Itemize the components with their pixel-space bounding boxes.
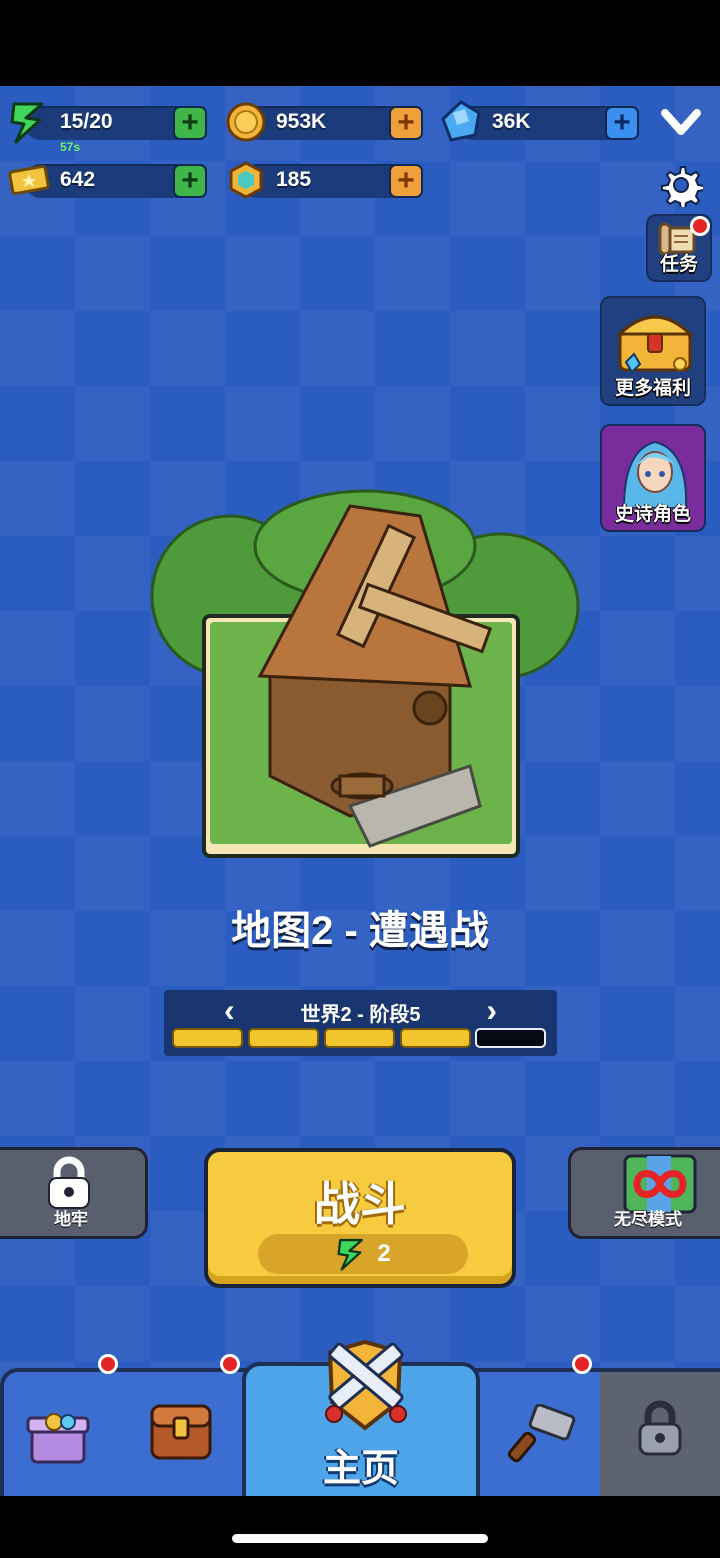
home-indicator[interactable] bbox=[232, 1534, 488, 1543]
lock-icon bbox=[638, 1400, 682, 1456]
stage-progress-segment bbox=[248, 1028, 319, 1048]
hammer-icon bbox=[507, 1403, 576, 1463]
stage-selector: ‹ 世界2 - 阶段5 › bbox=[164, 990, 557, 1056]
backpack-icon bbox=[150, 1404, 212, 1460]
more-benefits-button[interactable]: 更多福利 bbox=[600, 296, 706, 406]
nav-tab-inventory[interactable] bbox=[146, 1398, 216, 1466]
energy-value: 15/20 bbox=[60, 110, 113, 133]
nav-forge-notification-dot bbox=[572, 1354, 592, 1374]
nav-inventory-notification-dot bbox=[220, 1354, 240, 1374]
nav-tab-forge[interactable] bbox=[506, 1403, 576, 1464]
tasks-notification-dot bbox=[690, 216, 710, 236]
gems-value: 36K bbox=[492, 110, 531, 133]
lightning-icon bbox=[6, 98, 50, 146]
epic-hero-label: 史诗角色 bbox=[614, 504, 691, 525]
stage-progress-segment bbox=[324, 1028, 395, 1048]
bottom-nav: 主页 bbox=[0, 1339, 720, 1496]
treasure-chest-icon bbox=[616, 315, 694, 374]
stage-progress-segment bbox=[475, 1028, 546, 1048]
fight-cost-value: 2 bbox=[377, 1240, 391, 1267]
nav-tab-home[interactable]: 主页 bbox=[242, 1339, 480, 1496]
lightning-icon bbox=[337, 1238, 364, 1271]
add-gems-button[interactable]: + bbox=[605, 106, 639, 140]
gift-box-icon bbox=[26, 1413, 90, 1464]
add-energy-button[interactable]: + bbox=[173, 106, 207, 140]
nav-shop-notification-dot bbox=[98, 1354, 118, 1374]
dungeon-button[interactable]: 地牢 bbox=[0, 1147, 148, 1239]
stage-next-arrow[interactable]: › bbox=[486, 992, 497, 1029]
chevron-down-icon[interactable] bbox=[658, 102, 704, 142]
more-benefits-label: 更多福利 bbox=[614, 378, 691, 399]
hex-token-icon bbox=[224, 158, 268, 202]
coin-icon bbox=[224, 100, 268, 144]
dungeon-label: 地牢 bbox=[54, 1210, 88, 1229]
fight-button[interactable]: 战斗 2 bbox=[204, 1148, 516, 1288]
add-tickets-button[interactable]: + bbox=[173, 164, 207, 198]
ticket-icon bbox=[6, 160, 52, 200]
epic-hero-button[interactable]: 史诗角色 bbox=[600, 424, 706, 532]
stage-progress-segment bbox=[172, 1028, 243, 1048]
hex-tokens-value: 185 bbox=[276, 168, 312, 191]
crossed-swords-icon bbox=[325, 1339, 407, 1431]
endless-mode-label: 无尽模式 bbox=[614, 1210, 682, 1229]
nav-home-label: 主页 bbox=[322, 1448, 399, 1490]
map-title: 地图2 - 遭遇战 bbox=[231, 909, 489, 953]
nav-tab-shop[interactable] bbox=[24, 1400, 94, 1468]
gear-icon[interactable] bbox=[658, 162, 704, 208]
tickets-value: 642 bbox=[60, 168, 96, 191]
fight-cost: 2 bbox=[258, 1234, 468, 1274]
fight-label: 战斗 bbox=[314, 1178, 406, 1230]
tasks-label: 任务 bbox=[659, 254, 698, 275]
gem-icon bbox=[438, 98, 484, 144]
device-bottom-bar bbox=[0, 1496, 720, 1558]
endless-mode-button[interactable]: 无尽模式 bbox=[568, 1147, 720, 1239]
lock-icon bbox=[48, 1156, 90, 1209]
add-hex-tokens-button[interactable]: + bbox=[389, 164, 423, 198]
status-bar bbox=[0, 0, 720, 86]
map-illustration bbox=[150, 486, 580, 866]
game-screen: 15/20 57s + 953K + 36K + 642 + 185 + 任务 … bbox=[0, 86, 720, 1496]
nav-tab-locked[interactable] bbox=[600, 1368, 720, 1496]
coins-value: 953K bbox=[276, 110, 327, 133]
add-coins-button[interactable]: + bbox=[389, 106, 423, 140]
stage-progress-segment bbox=[400, 1028, 471, 1048]
hero-portrait-icon bbox=[622, 440, 688, 508]
stage-label: 世界2 - 阶段5 bbox=[300, 1004, 421, 1026]
energy-timer: 57s bbox=[60, 140, 81, 154]
